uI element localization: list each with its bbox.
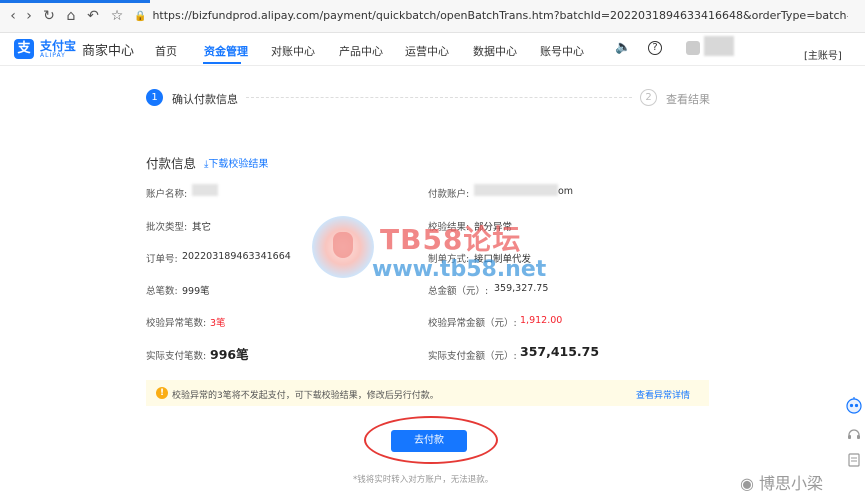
step-2-circle: 2 xyxy=(640,89,657,106)
weibo-icon: ◉ xyxy=(740,474,760,493)
undo-icon[interactable]: ↶ xyxy=(84,7,102,25)
warning-text: 校验异常的3笔将不发起支付，可下载校验结果，修改后另行付款。 xyxy=(172,391,439,401)
lock-icon: 🔒 xyxy=(134,11,147,22)
order-no-label: 订单号: xyxy=(146,254,178,265)
step-1-label: 确认付款信息 xyxy=(172,93,238,106)
total-amount-label: 总金额（元）: xyxy=(428,286,489,297)
abnormal-count-label: 校验异常笔数: xyxy=(146,318,207,329)
merchant-center-title: 商家中心 xyxy=(82,44,135,59)
footnote: *钱将实时转入对方账户，无法退款。 xyxy=(353,475,494,485)
download-verify-link[interactable]: ⤓下载校验结果 xyxy=(204,155,268,170)
help-icon[interactable]: ? xyxy=(648,41,662,55)
payer-account-label: 付款账户: xyxy=(428,189,470,200)
total-amount-value: 359,327.75 xyxy=(494,283,549,294)
forward-icon[interactable]: › xyxy=(20,7,38,25)
home-icon[interactable]: ⌂ xyxy=(62,7,80,25)
nav-reconciliation[interactable]: 对账中心 xyxy=(271,43,315,59)
step-1-circle: 1 xyxy=(146,89,163,106)
nav-home[interactable]: 首页 xyxy=(155,43,177,59)
total-count-value: 999笔 xyxy=(182,286,210,297)
abnormal-amount-label: 校验异常金额（元）: xyxy=(428,318,517,329)
section-title: 付款信息 xyxy=(146,156,197,171)
account-role: [主账号] xyxy=(804,51,842,62)
nav-operations[interactable]: 运营中心 xyxy=(405,43,449,59)
browser-toolbar: ‹ › ↻ ⌂ ↶ ☆ 🔒 https://bizfundprod.alipay.… xyxy=(0,0,865,33)
assistant-robot-icon[interactable] xyxy=(845,396,863,414)
actual-amount-label: 实际支付金额（元）: xyxy=(428,351,517,362)
username-redacted xyxy=(704,36,734,56)
warning-icon: ! xyxy=(156,387,168,399)
weibo-watermark: ◉ 博思小梁 xyxy=(740,474,824,493)
total-count-label: 总笔数: xyxy=(146,286,178,297)
logo-subtext: ALIPAY xyxy=(40,52,66,59)
actual-count-value: 996笔 xyxy=(210,347,249,362)
url-text: https://bizfundprod.alipay.com/payment/q… xyxy=(152,9,848,22)
abnormal-count-value: 3笔 xyxy=(210,318,226,329)
payer-account-redacted xyxy=(474,184,558,196)
account-name-redacted xyxy=(192,184,218,196)
feedback-icon[interactable] xyxy=(845,452,863,470)
step-2-label: 查看结果 xyxy=(666,93,710,106)
account-name-label: 账户名称: xyxy=(146,189,188,200)
watermark-forum-name: TB58论坛 xyxy=(380,223,522,256)
abnormal-amount-value: 1,912.00 xyxy=(520,315,563,326)
batch-type-label: 批次类型: xyxy=(146,222,188,233)
nav-data[interactable]: 数据中心 xyxy=(473,43,517,59)
speaker-icon[interactable]: 🔈 xyxy=(615,41,631,55)
alipay-logo-icon[interactable]: 支 xyxy=(14,39,34,59)
payer-account-suffix: om xyxy=(558,186,574,197)
avatar[interactable] xyxy=(686,41,700,55)
reload-icon[interactable]: ↻ xyxy=(40,7,58,25)
favorite-star-icon[interactable]: ☆ xyxy=(108,7,126,25)
active-nav-underline xyxy=(203,62,241,64)
nav-products[interactable]: 产品中心 xyxy=(339,43,383,59)
step-connector xyxy=(246,97,632,98)
actual-count-label: 实际支付笔数: xyxy=(146,351,207,362)
order-no-value: 202203189463341664 xyxy=(182,251,291,262)
watermark-url: www.tb58.net xyxy=(372,257,547,282)
active-tab-indicator xyxy=(0,0,150,3)
view-abnormal-details-link[interactable]: 查看异常详情 xyxy=(636,388,690,401)
nav-account[interactable]: 账号中心 xyxy=(540,43,584,59)
pay-button[interactable]: 去付款 xyxy=(391,430,467,452)
nav-fund-management[interactable]: 资金管理 xyxy=(204,43,248,59)
address-bar[interactable]: 🔒 https://bizfundprod.alipay.com/payment/… xyxy=(134,6,848,26)
actual-amount-value: 357,415.75 xyxy=(520,344,600,359)
customer-service-icon[interactable] xyxy=(845,426,863,444)
batch-type-value: 其它 xyxy=(192,222,212,233)
watermark-hand-palm xyxy=(333,232,353,258)
